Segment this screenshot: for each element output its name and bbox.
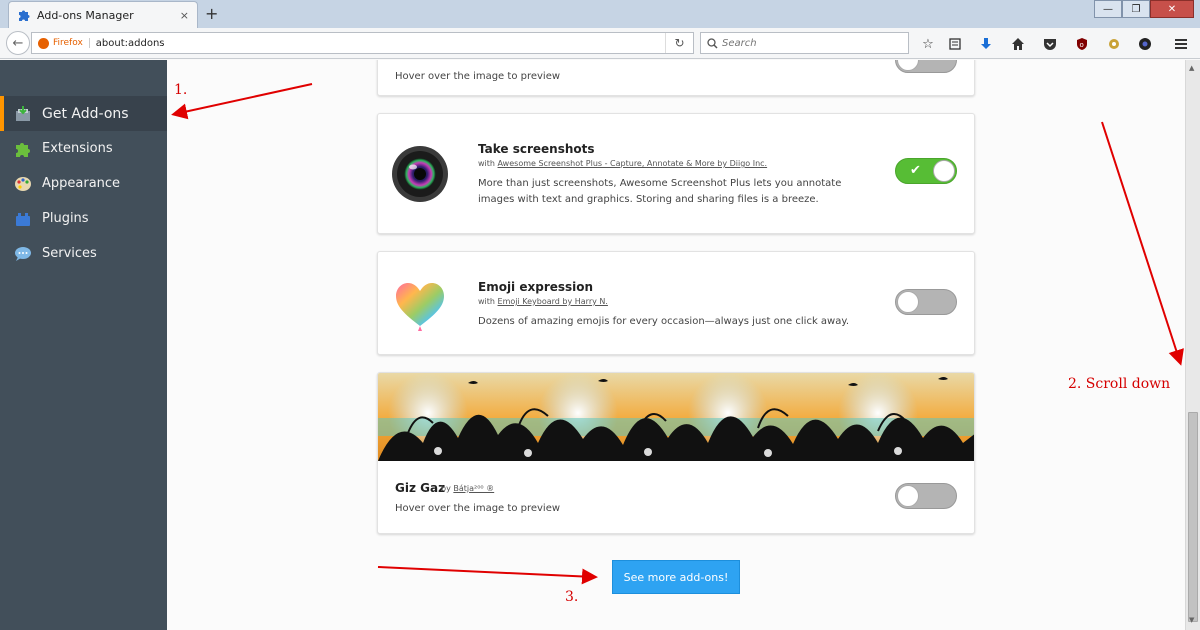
puzzle-icon xyxy=(14,140,32,158)
author-link[interactable]: Awesome Screenshot Plus - Capture, Annot… xyxy=(498,159,768,168)
new-tab-button[interactable]: + xyxy=(205,4,218,23)
reload-icon[interactable]: ↻ xyxy=(665,33,693,53)
get-addons-icon xyxy=(14,105,32,123)
author-link[interactable]: Emoji Keyboard by Harry N. xyxy=(498,297,608,306)
sidebar: Get Add-ons Extensions Appearance Plugin… xyxy=(0,60,167,630)
title-bar: Add-ons Manager × + — ❐ ✕ xyxy=(0,0,1200,28)
close-window-button[interactable]: ✕ xyxy=(1150,0,1194,18)
plugin-brick-icon xyxy=(14,210,32,228)
sidebar-item-label: Appearance xyxy=(42,176,121,191)
addon-toggle[interactable] xyxy=(895,289,957,315)
svg-text:o: o xyxy=(1080,41,1084,49)
scroll-down-arrow-icon[interactable]: ▼ xyxy=(1189,616,1194,624)
see-more-addons-button[interactable]: See more add-ons! xyxy=(612,560,740,594)
annotation-step-1: 1. xyxy=(174,82,188,98)
addon-card-giz-gaz: Giz Gaz by Bátja²⁰⁰ ® Hover over the ima… xyxy=(377,372,975,534)
sidebar-item-label: Get Add-ons xyxy=(42,105,129,122)
ublock-icon[interactable]: o xyxy=(1073,35,1091,53)
sidebar-item-label: Services xyxy=(42,246,97,261)
rainbow-heart-icon xyxy=(396,283,444,331)
addons-content: Hover over the image to preview Take scr… xyxy=(167,60,1185,630)
speech-bubble-icon xyxy=(14,245,32,263)
camera-lens-icon xyxy=(392,146,448,202)
back-arrow-icon: ← xyxy=(12,35,24,51)
tab-title: Add-ons Manager xyxy=(37,8,134,22)
card-description: Dozens of amazing emojis for every occas… xyxy=(478,316,850,327)
addon-extension-icon[interactable] xyxy=(1105,35,1123,53)
card-title: Giz Gaz xyxy=(395,481,446,495)
screenshot-addon-icon[interactable] xyxy=(1136,35,1154,53)
bookmark-star-icon[interactable]: ☆ xyxy=(919,35,937,53)
card-author: with Awesome Screenshot Plus - Capture, … xyxy=(478,159,768,168)
tab-close-icon[interactable]: × xyxy=(180,9,189,22)
theme-preview-image[interactable] xyxy=(378,373,975,461)
palette-icon xyxy=(14,175,32,193)
search-icon xyxy=(707,37,718,49)
minimize-button[interactable]: — xyxy=(1094,0,1122,18)
firefox-logo-icon xyxy=(38,37,49,49)
annotation-step-3: 3. xyxy=(565,589,579,605)
sidebar-item-extensions[interactable]: Extensions xyxy=(0,131,167,166)
scroll-up-arrow-icon[interactable]: ▲ xyxy=(1189,64,1194,72)
vertical-scrollbar[interactable]: ▲ ▼ xyxy=(1185,60,1200,630)
addon-card-partial: Hover over the image to preview xyxy=(377,60,975,96)
card-author: with Emoji Keyboard by Harry N. xyxy=(478,297,608,306)
card-author: by Bátja²⁰⁰ ® xyxy=(441,484,495,493)
sidebar-item-appearance[interactable]: Appearance xyxy=(0,166,167,201)
addon-toggle[interactable]: ✔ xyxy=(895,158,957,184)
identity-label: Firefox xyxy=(53,38,90,48)
sidebar-item-get-addons[interactable]: Get Add-ons xyxy=(0,96,167,131)
url-bar[interactable]: Firefox about:addons ↻ xyxy=(31,32,694,54)
restore-button[interactable]: ❐ xyxy=(1122,0,1150,18)
url-text[interactable]: about:addons xyxy=(96,38,665,49)
pocket-icon[interactable] xyxy=(1041,35,1059,53)
sidebar-item-label: Plugins xyxy=(42,211,89,226)
card-description: More than just screenshots, Awesome Scre… xyxy=(478,178,842,205)
hamburger-menu-icon[interactable] xyxy=(1172,35,1190,53)
downloads-icon[interactable] xyxy=(977,35,995,53)
sidebar-item-plugins[interactable]: Plugins xyxy=(0,201,167,236)
author-link[interactable]: Bátja²⁰⁰ ® xyxy=(453,484,494,493)
search-input[interactable] xyxy=(722,37,902,49)
sidebar-item-services[interactable]: Services xyxy=(0,236,167,271)
card-description: Hover over the image to preview xyxy=(395,503,561,514)
card-title: Take screenshots xyxy=(478,142,595,156)
annotation-step-2: 2. Scroll down xyxy=(1068,376,1171,392)
card-description: Hover over the image to preview xyxy=(395,71,561,82)
bookmarks-menu-icon[interactable] xyxy=(946,35,964,53)
back-button[interactable]: ← xyxy=(6,31,30,55)
addon-toggle[interactable] xyxy=(895,60,957,73)
addon-toggle[interactable] xyxy=(895,483,957,509)
puzzle-icon xyxy=(19,10,30,21)
card-title: Emoji expression xyxy=(478,280,594,294)
addon-card-emoji-expression: Emoji expression with Emoji Keyboard by … xyxy=(377,251,975,355)
sidebar-item-label: Extensions xyxy=(42,141,113,156)
search-bar[interactable] xyxy=(700,32,909,54)
home-icon[interactable] xyxy=(1009,35,1027,53)
checkmark-icon: ✔ xyxy=(910,163,921,178)
tab-addons-manager[interactable]: Add-ons Manager × xyxy=(8,1,198,28)
window-controls: — ❐ ✕ xyxy=(1094,0,1194,18)
scroll-thumb[interactable] xyxy=(1188,412,1198,622)
navigation-bar: ← Firefox about:addons ↻ ☆ o xyxy=(0,28,1200,59)
addon-card-take-screenshots: Take screenshots with Awesome Screenshot… xyxy=(377,113,975,234)
